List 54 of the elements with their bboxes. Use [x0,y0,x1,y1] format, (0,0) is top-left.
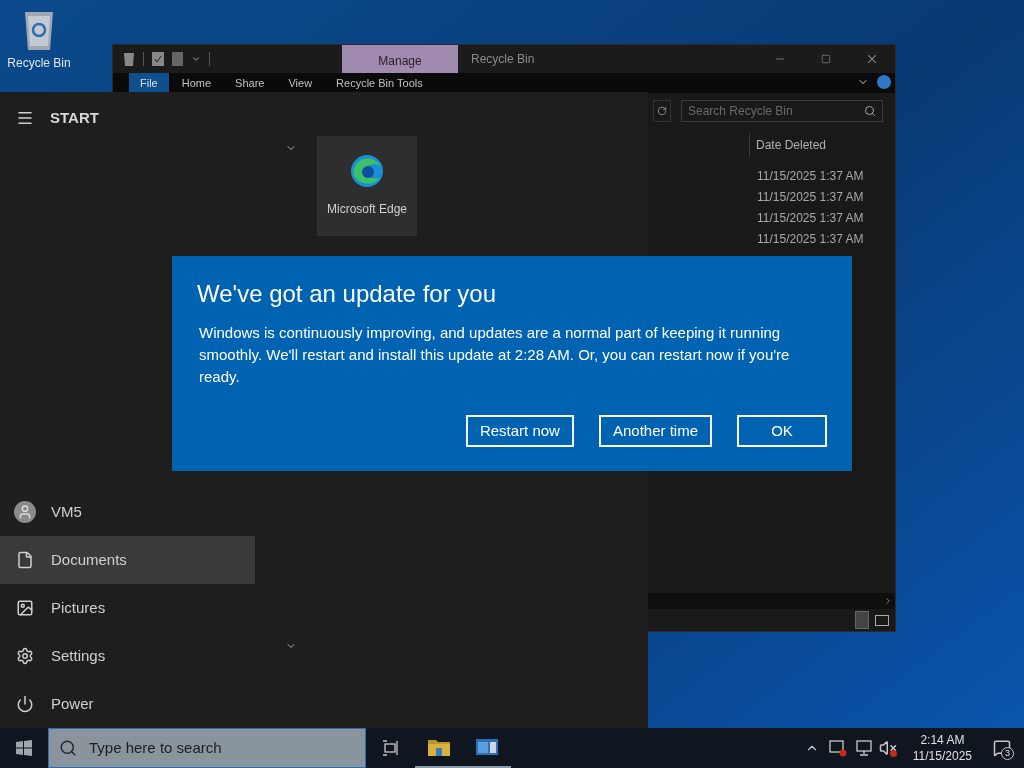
clock[interactable]: 2:14 AM 11/15/2025 [904,732,980,764]
help-icon[interactable] [877,75,891,89]
start-menu-item[interactable]: Settings [0,632,255,680]
taskbar-search-field[interactable]: Type here to search [48,728,366,768]
document-icon [16,551,34,569]
start-title: START [50,107,99,128]
dialog-button[interactable]: OK [737,415,827,447]
notifications-button[interactable]: 3 [980,728,1024,768]
desktop-icon-label[interactable]: Recycle Bin [7,54,71,72]
dialog-message: Windows is continuously improving, and updates are a normal part of keeping it running smoothly. We'll restart and install this update at 2:28 AM. Or, you can restart now if you're ready. [199,323,791,387]
ribbon-tab[interactable]: Home [170,73,223,93]
table-cell-text: 11/15/2025 1:37 AM [757,231,865,248]
customize-icon[interactable] [191,54,201,64]
tiles-view-icon[interactable] [875,614,889,626]
table-cell-text: 11/15/2025 1:37 AM [757,168,865,185]
bin-icon[interactable] [123,52,135,66]
table-cell-text: 11/15/2025 1:37 AM [757,210,865,227]
context-tab[interactable]: Manage [342,45,458,73]
notification-count: 3 [1001,747,1014,760]
windows-icon [16,740,32,756]
ribbon-tab[interactable]: File [129,73,169,93]
ribbon-tab[interactable]: Share [224,73,276,93]
dialog-button[interactable]: Restart now [465,415,574,447]
task-view-icon [382,740,400,756]
scroll-right-icon[interactable] [883,596,893,606]
window-title: Recycle Bin [471,51,535,68]
search-icon [59,739,77,757]
close-icon [865,52,879,66]
ribbon-tab[interactable]: Recycle Bin Tools [325,73,434,93]
ribbon-tab[interactable]: View [277,73,324,93]
start-menu-item[interactable]: Pictures [0,584,255,632]
dialog-title: We've got an update for you [197,279,497,309]
start-menu-item[interactable]: Documents [0,536,255,584]
checklist-icon[interactable] [152,52,164,66]
power-icon [16,695,34,713]
account-icon [14,501,36,523]
table-cell-text: 11/15/2025 1:37 AM [757,189,865,206]
start-menu-item[interactable]: VM5 [0,488,255,536]
monitor-icon[interactable] [854,740,873,756]
window-icon [476,739,498,755]
column-header[interactable]: Date Deleted [756,136,827,154]
folder-icon [428,738,450,756]
app-tile[interactable]: Microsoft Edge [317,136,417,236]
search-icon [864,105,876,117]
edge-icon [350,154,384,188]
maximize-icon [821,54,831,64]
dialog-button[interactable]: Another time [598,415,712,447]
menu-icon[interactable] [16,109,34,127]
start-menu-item[interactable]: Power [0,680,255,728]
settings-icon [16,647,34,665]
network-warning-icon[interactable] [828,739,847,757]
refresh-icon [657,106,667,116]
picture-icon [16,599,34,617]
refresh-button[interactable] [653,100,671,122]
